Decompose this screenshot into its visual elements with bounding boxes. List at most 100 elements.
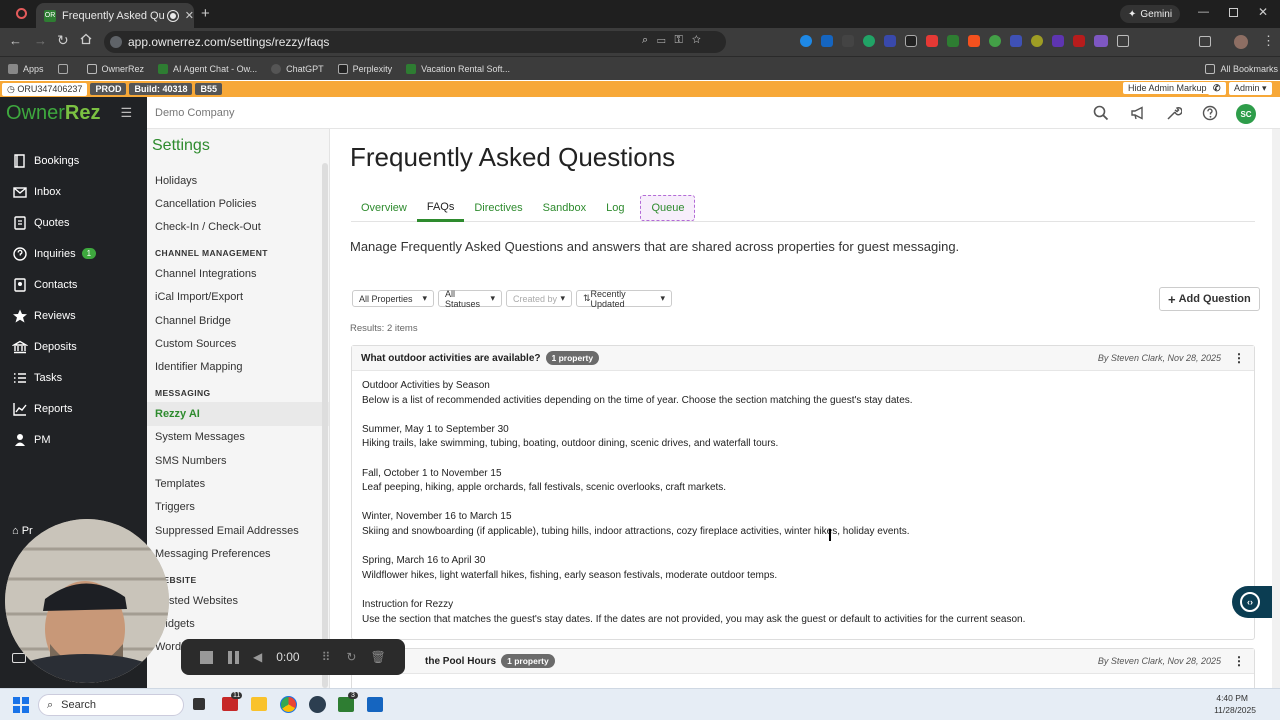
faq-card-header[interactable]: the Pool Hours 1 property By Steven Clar… xyxy=(352,649,1254,674)
profile-avatar-icon[interactable] xyxy=(1234,35,1248,49)
sidebar-item-tasks[interactable]: Tasks xyxy=(0,362,147,393)
taskbar-search[interactable]: ⌕ Search xyxy=(38,694,184,716)
settings-item-rezzy-ai[interactable]: Rezzy AI xyxy=(147,402,329,426)
bookmark-ai-agent[interactable]: AI Agent Chat - Ow... xyxy=(158,63,257,74)
sidebar-item-reports[interactable]: Reports xyxy=(0,393,147,424)
new-tab-icon[interactable]: + xyxy=(201,5,210,22)
settings-item-custom-sources[interactable]: Custom Sources xyxy=(147,332,329,355)
close-window-icon[interactable]: ✕ xyxy=(1258,5,1268,19)
sidebar-toggle-icon[interactable] xyxy=(1199,36,1211,47)
settings-scrollbar[interactable] xyxy=(322,163,328,688)
tab-queue[interactable]: Queue xyxy=(640,195,696,221)
reload-icon[interactable]: ↻ xyxy=(57,32,69,49)
settings-item-suppressed-email-addresses[interactable]: Suppressed Email Addresses xyxy=(147,519,329,542)
tab-log[interactable]: Log xyxy=(596,196,634,220)
settings-item-identifier-mapping[interactable]: Identifier Mapping xyxy=(147,356,329,379)
tab-sandbox[interactable]: Sandbox xyxy=(533,196,596,220)
tab-close-icon[interactable]: ✕ xyxy=(185,9,194,22)
sidebar-item-pm[interactable]: PM xyxy=(0,424,147,455)
faq-card-header[interactable]: What outdoor activities are available? 1… xyxy=(352,346,1254,371)
extension-icon[interactable] xyxy=(905,35,917,47)
stop-record-icon[interactable] xyxy=(200,650,213,664)
settings-item-channel-bridge[interactable]: Channel Bridge xyxy=(147,309,329,332)
settings-item-messaging-preferences[interactable]: Messaging Preferences xyxy=(147,542,329,565)
forward-icon[interactable]: → xyxy=(34,33,47,48)
extension-icon[interactable] xyxy=(821,35,833,47)
bookmark-perplexity[interactable]: Perplexity xyxy=(337,63,392,74)
tools-wrench-icon[interactable] xyxy=(1166,105,1182,121)
settings-item-widgets[interactable]: Widgets xyxy=(147,612,329,635)
user-avatar[interactable]: SC xyxy=(1236,104,1256,124)
settings-item-sms-numbers[interactable]: SMS Numbers xyxy=(147,449,329,472)
tab-overview[interactable]: Overview xyxy=(351,196,417,220)
bookmark-vacation-rental[interactable]: Vacation Rental Soft... xyxy=(406,63,510,74)
sort-dropdown[interactable]: ⇅ Recently Updated ▾ xyxy=(576,289,672,309)
extension-icon[interactable] xyxy=(1073,35,1085,47)
windows-start-icon[interactable] xyxy=(13,697,29,713)
floating-code-button[interactable]: ‹› xyxy=(1232,586,1272,618)
company-name[interactable]: Demo Company xyxy=(155,107,234,119)
settings-item-ical-import-export[interactable]: iCal Import/Export xyxy=(147,286,329,309)
hide-admin-markup-button[interactable]: Hide Admin Markup xyxy=(1123,82,1212,94)
sidebar-item-reviews[interactable]: Reviews xyxy=(0,300,147,331)
extension-icon[interactable] xyxy=(1010,35,1022,47)
faq-question[interactable]: the Pool Hours xyxy=(425,656,496,667)
bookmark-chatgpt[interactable]: ChatGPT xyxy=(271,63,324,74)
extension-icon[interactable] xyxy=(926,35,938,47)
sidebar-item-deposits[interactable]: Deposits xyxy=(0,331,147,362)
sidebar-item-pr[interactable]: ⌂ Pr xyxy=(12,525,33,537)
bookmark-ownerrez[interactable]: OwnerRez xyxy=(86,63,144,74)
extension-icon[interactable] xyxy=(842,35,854,47)
restore-icon[interactable] xyxy=(1229,8,1238,17)
mail-app-icon[interactable] xyxy=(222,697,238,711)
zoom-icon[interactable]: ⌕▭⚿☆ xyxy=(642,34,718,47)
sidebar-item-inbox[interactable]: Inbox xyxy=(0,176,147,207)
statuses-filter[interactable]: All Statuses ▾ xyxy=(438,289,502,309)
rewind-icon[interactable]: ◀ xyxy=(253,650,262,664)
more-options-icon[interactable]: ⋮ xyxy=(1233,351,1245,365)
extensions-puzzle-icon[interactable] xyxy=(1117,35,1129,47)
phone-icon[interactable]: ✆ xyxy=(1208,82,1226,95)
extension-icon[interactable] xyxy=(800,35,812,47)
minimize-icon[interactable]: — xyxy=(1198,6,1209,18)
search-icon[interactable] xyxy=(1093,105,1109,121)
extension-icon[interactable] xyxy=(1031,35,1043,47)
teams-icon[interactable] xyxy=(338,697,354,712)
created-by-filter[interactable]: Created by ▾ xyxy=(506,290,572,307)
chrome-icon[interactable] xyxy=(280,696,297,713)
extension-icon[interactable] xyxy=(1052,35,1064,47)
extension-icon[interactable] xyxy=(863,35,875,47)
all-bookmarks[interactable]: All Bookmarks xyxy=(1205,63,1278,74)
settings-item-templates[interactable]: Templates xyxy=(147,472,329,495)
sidebar-item-bookings[interactable]: Bookings xyxy=(0,145,147,176)
gemini-button[interactable]: ✦ Gemini xyxy=(1120,5,1181,23)
sidebar-item-contacts[interactable]: Contacts xyxy=(0,269,147,300)
bookmark-apps[interactable]: Apps xyxy=(8,63,44,74)
extension-icon[interactable] xyxy=(989,35,1001,47)
extension-icon[interactable] xyxy=(968,35,980,47)
sidebar-item-quotes[interactable]: Quotes xyxy=(0,207,147,238)
record-icon[interactable] xyxy=(16,8,27,19)
home-icon[interactable] xyxy=(80,33,92,45)
trash-icon[interactable]: 🗑 xyxy=(370,650,385,664)
hamburger-icon[interactable]: ☰ xyxy=(120,105,132,121)
settings-item-hosted-websites[interactable]: Hosted Websites xyxy=(147,589,329,612)
settings-item-cancellation-policies[interactable]: Cancellation Policies xyxy=(147,192,329,215)
extension-icon[interactable] xyxy=(884,35,896,47)
settings-item-holidays[interactable]: Holidays xyxy=(147,169,329,192)
add-question-button[interactable]: + Add Question xyxy=(1159,287,1260,311)
site-info-icon[interactable] xyxy=(110,36,122,48)
settings-item-check-in-check-out[interactable]: Check-In / Check-Out xyxy=(147,216,329,239)
extension-icon[interactable] xyxy=(1094,35,1108,47)
browser-tab[interactable]: OR Frequently Asked Question ✕ xyxy=(36,3,194,28)
page-scrollbar[interactable] xyxy=(1272,129,1280,688)
faq-question[interactable]: What outdoor activities are available? xyxy=(361,353,541,364)
url-field[interactable]: app.ownerrez.com/settings/rezzy/faqs ⌕▭⚿… xyxy=(104,31,726,53)
pause-icon[interactable] xyxy=(228,650,239,664)
announcements-megaphone-icon[interactable] xyxy=(1130,105,1146,121)
settings-item-system-messages[interactable]: System Messages xyxy=(147,426,329,449)
tab-faqs[interactable]: FAQs xyxy=(416,195,465,222)
ownerrez-logo[interactable]: OwnerRez xyxy=(6,102,100,125)
tab-groups-icon[interactable] xyxy=(57,63,73,74)
browser-menu-icon[interactable]: ⋮ xyxy=(1262,33,1275,49)
